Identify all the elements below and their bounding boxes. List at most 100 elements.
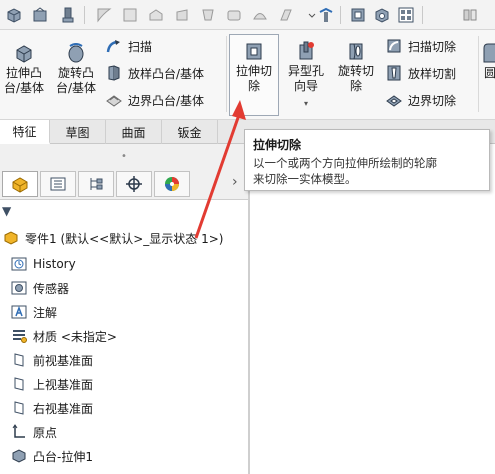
hole-wizard-icon xyxy=(294,40,318,62)
property-manager-tab[interactable] xyxy=(40,171,76,197)
origin-icon xyxy=(10,423,28,441)
boundary-cut-label: 边界切除 xyxy=(408,93,457,108)
tree-item-boss-extrude[interactable]: 凸台-拉伸1 xyxy=(10,445,93,467)
tree-item-label: 前视基准面 xyxy=(33,353,94,368)
tree-item-material[interactable]: 材质 <未指定> xyxy=(10,325,117,347)
boundary-cut-button[interactable]: 边界切除 xyxy=(384,90,456,110)
tab-features[interactable]: 特征 xyxy=(0,120,50,144)
sweep-icon xyxy=(104,37,124,55)
tree-item-origin[interactable]: 原点 xyxy=(10,421,57,443)
fillet-icon[interactable] xyxy=(94,5,114,25)
configuration-manager-tab[interactable] xyxy=(78,171,114,197)
mirror-icon[interactable] xyxy=(460,5,480,25)
boundary-cut-icon xyxy=(384,91,404,109)
extrude-cut-button[interactable]: 拉伸切 除 xyxy=(230,40,278,94)
quick-toolbar xyxy=(0,0,495,30)
extrude-boss-icon xyxy=(12,42,36,64)
dimxpert-tab[interactable] xyxy=(116,171,152,197)
reference-geometry-icon[interactable] xyxy=(316,5,336,25)
tab-surfaces[interactable]: 曲面 xyxy=(106,120,162,144)
filter-row: ▼ xyxy=(0,201,248,225)
tree-item-front-plane[interactable]: 前视基准面 xyxy=(10,349,93,371)
boundary-boss-button[interactable]: 边界凸台/基体 xyxy=(104,90,204,110)
configuration-icon xyxy=(90,178,103,190)
tree-item-label: 右视基准面 xyxy=(33,401,94,416)
flex-icon[interactable] xyxy=(276,5,296,25)
tab-sheet-metal[interactable]: 钣金 xyxy=(162,120,218,144)
loft-boss-label: 放样凸台/基体 xyxy=(128,66,205,81)
tooltip-title: 拉伸切除 xyxy=(253,138,302,152)
revolve-cut-button[interactable]: 旋转切 除 xyxy=(332,40,380,94)
sweep-label: 扫描 xyxy=(128,39,153,54)
plane-icon xyxy=(10,399,28,417)
tree-item-top-plane[interactable]: 上视基准面 xyxy=(10,373,93,395)
tree-item-label: 材质 <未指定> xyxy=(33,329,117,344)
tree-item-label: 零件1 (默认<<默认>_显示状态 1>) xyxy=(25,231,224,246)
appearance-pie-icon xyxy=(165,177,179,191)
sweep-button[interactable]: 扫描 xyxy=(104,36,152,56)
panel-grip[interactable]: • xyxy=(0,144,248,168)
more-tabs-icon[interactable]: › xyxy=(232,174,238,190)
tree-item-label: 原点 xyxy=(33,425,58,440)
dome-icon[interactable] xyxy=(250,5,270,25)
revolve-boss-label: 旋转凸 台/基体 xyxy=(55,66,97,95)
ribbon-divider xyxy=(478,36,479,112)
grip-dot: • xyxy=(121,150,127,162)
revolve-boss-button[interactable]: 旋转凸 台/基体 xyxy=(52,42,100,96)
extrude-cut-tooltip: 拉伸切除 以一个或两个方向拉伸所绘制的轮廓 来切除一实体模型。 xyxy=(244,129,490,191)
revolve-cut-label: 旋转切 除 xyxy=(337,64,374,93)
swept-cut-label: 扫描切除 xyxy=(408,39,457,54)
rib-icon[interactable] xyxy=(172,5,192,25)
annotation-icon xyxy=(10,303,28,321)
shell-icon[interactable] xyxy=(146,5,166,25)
toolbar-divider xyxy=(84,6,85,24)
tree-item-right-plane[interactable]: 右视基准面 xyxy=(10,397,93,419)
loft-boss-button[interactable]: 放样凸台/基体 xyxy=(104,63,204,83)
lofted-cut-button[interactable]: 放样切割 xyxy=(384,63,456,83)
tree-item-annotations[interactable]: 注解 xyxy=(10,301,57,323)
extrude-boss-label: 拉伸凸 台/基体 xyxy=(3,66,45,95)
loft-boss-icon xyxy=(104,64,124,82)
draft-icon[interactable] xyxy=(198,5,218,25)
extrude-boss-quick-icon[interactable] xyxy=(30,5,50,25)
tree-item-part[interactable]: 零件1 (默认<<默认>_显示状态 1>) xyxy=(2,227,223,249)
hole-wizard-button[interactable]: 异型孔 向导 ▾ xyxy=(282,40,330,111)
swept-cut-button[interactable]: 扫描切除 xyxy=(384,36,456,56)
wrap-icon[interactable] xyxy=(224,5,244,25)
extrude-cut-icon xyxy=(242,40,266,62)
plane-icon xyxy=(10,351,28,369)
display-manager-tab[interactable] xyxy=(154,171,190,197)
pattern-icon[interactable] xyxy=(396,5,416,25)
hole-wizard-dropdown-icon[interactable]: ▾ xyxy=(304,96,308,111)
feature-manager-tab[interactable] xyxy=(2,171,38,197)
hole-wizard-label: 异型孔 向导 xyxy=(287,64,324,93)
fillet-ribbon-icon xyxy=(482,42,495,64)
chamfer-icon[interactable] xyxy=(120,5,140,25)
fillet-button-partial[interactable]: 圆 xyxy=(482,42,495,81)
instant3d-icon[interactable] xyxy=(372,5,392,25)
panel-splitter[interactable] xyxy=(248,144,250,474)
history-icon xyxy=(10,255,28,273)
property-list-icon xyxy=(50,177,66,191)
tree-item-label: 凸台-拉伸1 xyxy=(33,449,93,464)
swept-cut-icon xyxy=(384,37,404,55)
plane-icon xyxy=(10,375,28,393)
tree-item-history[interactable]: History xyxy=(10,253,76,275)
curves-icon[interactable] xyxy=(348,5,368,25)
lofted-cut-label: 放样切割 xyxy=(408,66,457,81)
part-icon xyxy=(2,229,20,247)
sensor-icon xyxy=(10,279,28,297)
material-icon xyxy=(10,327,28,345)
extrude-cut-label: 拉伸切 除 xyxy=(235,64,272,93)
extrude-boss-button[interactable]: 拉伸凸 台/基体 xyxy=(0,42,48,96)
tree-item-sensors[interactable]: 传感器 xyxy=(10,277,69,299)
tab-sketch[interactable]: 草图 xyxy=(50,120,106,144)
boundary-boss-icon xyxy=(104,91,124,109)
tree-item-label: 注解 xyxy=(33,305,58,320)
box-icon[interactable] xyxy=(4,5,24,25)
filter-icon[interactable]: ▼ xyxy=(2,204,11,218)
tab-surfaces-label: 曲面 xyxy=(121,125,146,140)
shaft-icon[interactable] xyxy=(58,5,78,25)
tooltip-description-line2: 来切除一实体模型。 xyxy=(253,172,357,186)
tooltip-description-line1: 以一个或两个方向拉伸所绘制的轮廓 xyxy=(253,156,437,170)
